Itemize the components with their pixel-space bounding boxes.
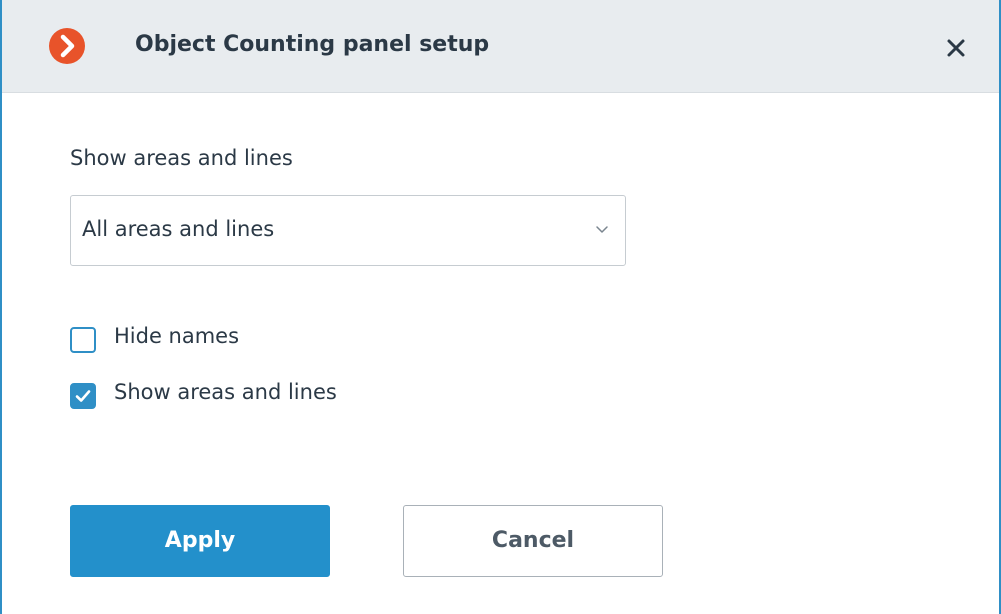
hide-names-checkbox[interactable] <box>70 327 96 353</box>
chevron-down-icon <box>596 226 608 233</box>
apply-button[interactable]: Apply <box>70 505 330 577</box>
areas-select-value: All areas and lines <box>82 217 275 241</box>
checkmark-icon <box>75 390 91 402</box>
close-icon[interactable] <box>942 34 970 62</box>
dialog-title: Object Counting panel setup <box>135 32 490 57</box>
app-logo-icon <box>49 28 85 64</box>
cancel-button[interactable]: Cancel <box>403 505 663 577</box>
hide-names-label: Hide names <box>114 324 240 348</box>
show-areas-label: Show areas and lines <box>114 380 337 404</box>
object-counting-setup-dialog: Object Counting panel setup Show areas a… <box>0 0 1001 614</box>
areas-select[interactable]: All areas and lines <box>70 195 626 266</box>
show-areas-checkbox[interactable] <box>70 383 96 409</box>
dialog-titlebar: Object Counting panel setup <box>2 0 999 93</box>
areas-section-label: Show areas and lines <box>70 146 293 170</box>
